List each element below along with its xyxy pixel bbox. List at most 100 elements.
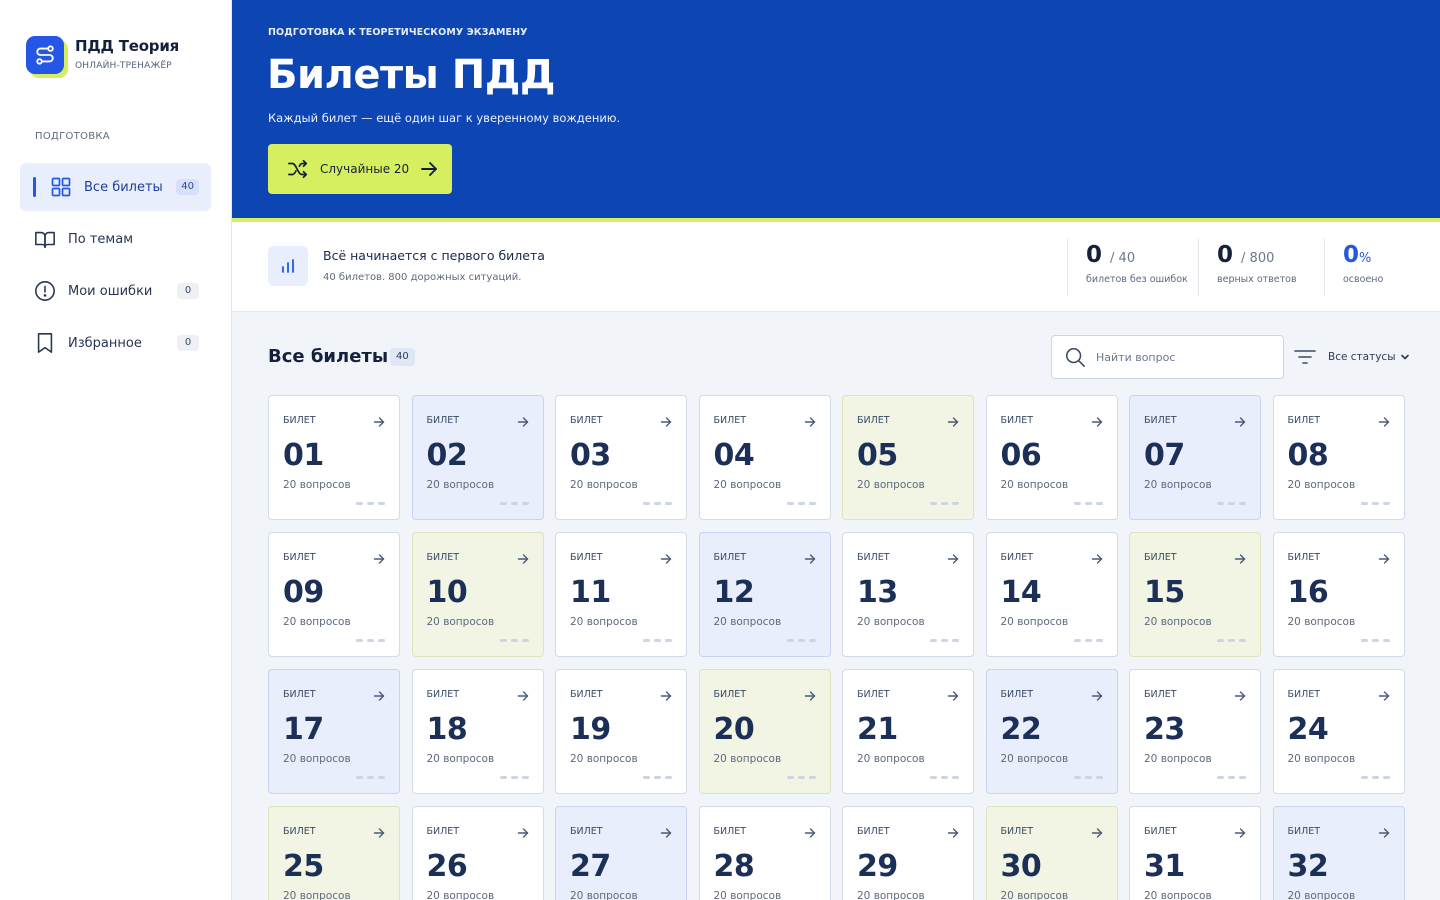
ticket-progress-dots <box>1360 502 1390 505</box>
ticket-number: 32 <box>1287 849 1329 884</box>
random-20-button[interactable]: Случайные 20 <box>268 144 452 194</box>
ticket-label: БИЛЕТ <box>426 415 460 426</box>
ticket-number: 12 <box>713 575 755 610</box>
ticket-card[interactable]: БИЛЕТ 18 20 вопросов <box>411 669 544 794</box>
ticket-card[interactable]: БИЛЕТ 07 20 вопросов <box>1129 395 1261 520</box>
ticket-card[interactable]: БИЛЕТ 17 20 вопросов <box>268 669 400 794</box>
ticket-question-count: 20 вопросов <box>1287 753 1356 765</box>
ticket-question-count: 20 вопросов <box>857 616 925 628</box>
sidebar-item-mistakes[interactable]: Мои ошибки 0 <box>20 267 211 315</box>
sidebar-item-all-tickets[interactable]: Все билеты 40 <box>20 163 211 211</box>
sidebar-item-favorites[interactable]: Избранное 0 <box>20 319 211 367</box>
ticket-question-count: 20 вопросов <box>570 616 638 628</box>
grid-icon <box>50 176 72 198</box>
ticket-progress-dots <box>930 776 959 779</box>
ticket-card[interactable]: БИЛЕТ 23 20 вопросов <box>1129 669 1261 794</box>
arrow-right-icon <box>660 687 672 706</box>
sidebar-item-label: По темам <box>68 231 134 247</box>
stat-total: / 800 <box>1241 251 1275 266</box>
ticket-label: БИЛЕТ <box>1000 552 1034 563</box>
stat-unit: % <box>1359 251 1372 266</box>
ticket-card[interactable]: БИЛЕТ 28 20 вопросов <box>698 806 831 900</box>
nav-section-label: ПОДГОТОВКА <box>35 131 110 142</box>
search-input[interactable] <box>1096 350 1266 364</box>
arrow-right-icon <box>1378 413 1390 432</box>
ticket-card[interactable]: БИЛЕТ 02 20 вопросов <box>411 395 544 520</box>
ticket-card[interactable]: БИЛЕТ 32 20 вопросов <box>1272 806 1405 900</box>
ticket-progress-dots <box>1073 639 1103 642</box>
ticket-label: БИЛЕТ <box>1144 826 1177 837</box>
ticket-label: БИЛЕТ <box>1287 552 1321 563</box>
ticket-label: БИЛЕТ <box>713 689 747 700</box>
ticket-card[interactable]: БИЛЕТ 05 20 вопросов <box>842 395 974 520</box>
ticket-number: 08 <box>1287 438 1329 473</box>
ticket-card[interactable]: БИЛЕТ 22 20 вопросов <box>985 669 1118 794</box>
page-title: Билеты ПДД <box>267 52 555 98</box>
ticket-card[interactable]: БИЛЕТ 09 20 вопросов <box>268 532 400 657</box>
ticket-number: 20 <box>713 712 755 747</box>
ticket-card[interactable]: БИЛЕТ 03 20 вопросов <box>555 395 687 520</box>
ticket-card[interactable]: БИЛЕТ 11 20 вопросов <box>555 532 687 657</box>
ticket-card[interactable]: БИЛЕТ 04 20 вопросов <box>698 395 831 520</box>
ticket-card[interactable]: БИЛЕТ 01 20 вопросов <box>268 395 400 520</box>
stat-label: освоено <box>1343 274 1384 285</box>
ticket-label: БИЛЕТ <box>857 415 890 426</box>
ticket-question-count: 20 вопросов <box>1000 753 1069 765</box>
ticket-card[interactable]: БИЛЕТ 31 20 вопросов <box>1129 806 1261 900</box>
sidebar-item-badge: 0 <box>177 335 199 351</box>
ticket-card[interactable]: БИЛЕТ 30 20 вопросов <box>985 806 1118 900</box>
ticket-question-count: 20 вопросов <box>713 890 782 900</box>
ticket-number: 26 <box>426 849 468 884</box>
ticket-card[interactable]: БИЛЕТ 27 20 вопросов <box>555 806 687 900</box>
arrow-right-icon <box>517 824 529 843</box>
ticket-card[interactable]: БИЛЕТ 15 20 вопросов <box>1129 532 1261 657</box>
route-icon <box>36 45 54 65</box>
stat-value: 0 <box>1217 242 1234 268</box>
ticket-label: БИЛЕТ <box>713 552 747 563</box>
ticket-card[interactable]: БИЛЕТ 29 20 вопросов <box>842 806 974 900</box>
brand[interactable]: ПДД Теория ОНЛАЙН-ТРЕНАЖЁР <box>26 34 179 80</box>
sidebar-item-topics[interactable]: По темам <box>20 215 211 263</box>
ticket-progress-dots <box>1360 776 1390 779</box>
ticket-question-count: 20 вопросов <box>283 753 351 765</box>
ticket-card[interactable]: БИЛЕТ 13 20 вопросов <box>842 532 974 657</box>
status-filter-dropdown[interactable]: Все статусы <box>1294 345 1410 369</box>
ticket-number: 03 <box>570 438 611 473</box>
arrow-right-icon <box>1091 413 1103 432</box>
ticket-card[interactable]: БИЛЕТ 24 20 вопросов <box>1272 669 1405 794</box>
ticket-label: БИЛЕТ <box>283 826 316 837</box>
ticket-card[interactable]: БИЛЕТ 10 20 вопросов <box>411 532 544 657</box>
stat-value: 0 <box>1343 242 1360 268</box>
ticket-label: БИЛЕТ <box>283 552 316 563</box>
ticket-card[interactable]: БИЛЕТ 06 20 вопросов <box>985 395 1118 520</box>
strip-title: Всё начинается с первого билета <box>323 248 545 263</box>
ticket-card[interactable]: БИЛЕТ 25 20 вопросов <box>268 806 400 900</box>
ticket-card[interactable]: БИЛЕТ 19 20 вопросов <box>555 669 687 794</box>
ticket-label: БИЛЕТ <box>857 689 890 700</box>
ticket-label: БИЛЕТ <box>1287 689 1321 700</box>
ticket-card[interactable]: БИЛЕТ 26 20 вопросов <box>411 806 544 900</box>
ticket-card[interactable]: БИЛЕТ 12 20 вопросов <box>698 532 831 657</box>
ticket-card[interactable]: БИЛЕТ 20 20 вопросов <box>698 669 831 794</box>
ticket-number: 31 <box>1144 849 1185 884</box>
brand-subtitle: ОНЛАЙН-ТРЕНАЖЁР <box>75 61 172 71</box>
arrow-right-icon <box>804 687 816 706</box>
ticket-question-count: 20 вопросов <box>1144 890 1212 900</box>
ticket-card[interactable]: БИЛЕТ 21 20 вопросов <box>842 669 974 794</box>
ticket-progress-dots <box>786 502 816 505</box>
arrow-right-icon <box>947 687 959 706</box>
stat-mastered: 0% освоено <box>1324 238 1383 296</box>
ticket-card[interactable]: БИЛЕТ 16 20 вопросов <box>1272 532 1405 657</box>
ticket-card[interactable]: БИЛЕТ 08 20 вопросов <box>1272 395 1405 520</box>
stat-label: билетов без ошибок <box>1086 274 1188 285</box>
ticket-number: 30 <box>1000 849 1042 884</box>
ticket-progress-dots <box>1217 502 1246 505</box>
ticket-question-count: 20 вопросов <box>1144 753 1212 765</box>
ticket-number: 11 <box>570 575 611 610</box>
tickets-count-badge: 40 <box>390 348 415 366</box>
search-box[interactable] <box>1051 335 1284 379</box>
ticket-card[interactable]: БИЛЕТ 14 20 вопросов <box>985 532 1118 657</box>
arrow-right-icon <box>517 550 529 569</box>
ticket-question-count: 20 вопросов <box>570 753 638 765</box>
ticket-question-count: 20 вопросов <box>857 479 925 491</box>
